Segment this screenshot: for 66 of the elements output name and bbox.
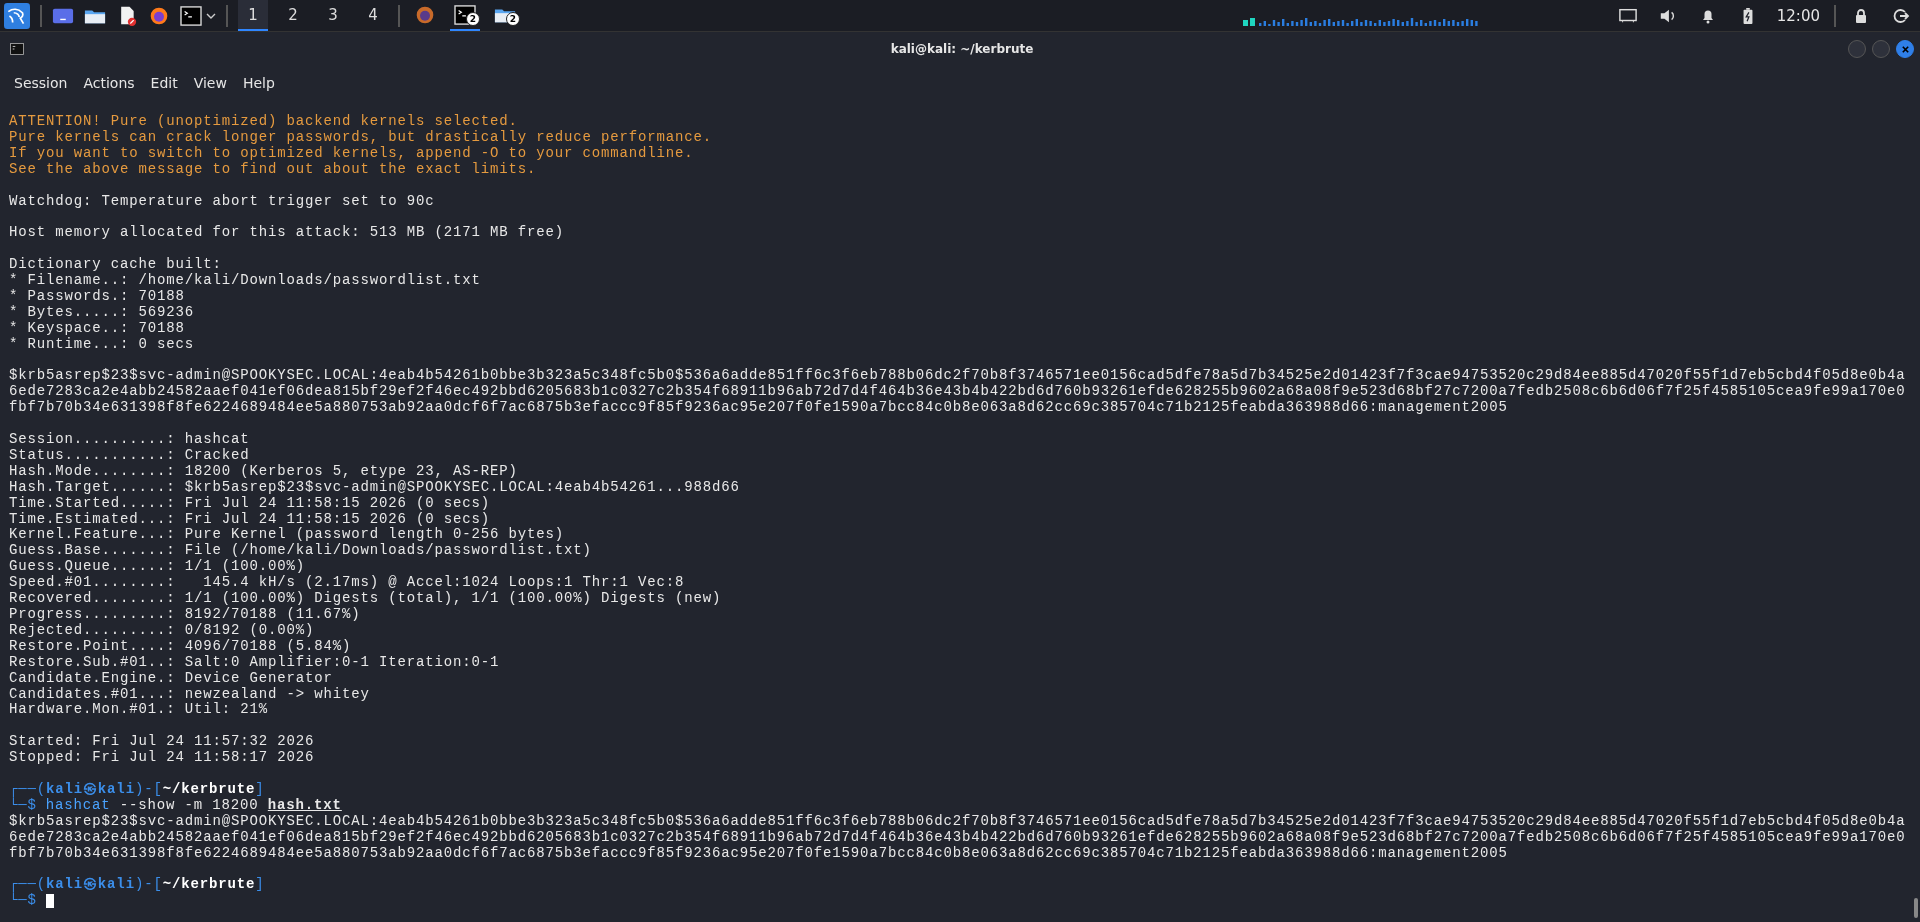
output-line: Rejected.........: 0/8192 (0.00%)	[9, 622, 316, 639]
terminal-icon	[10, 43, 24, 55]
menu-item[interactable]: Actions	[75, 75, 143, 91]
workspace-button[interactable]: 4	[358, 0, 388, 31]
close-button[interactable]	[1896, 40, 1914, 58]
output-line: Restore.Sub.#01..: Salt:0 Amplifier:0-1 Iteration:0-1	[9, 654, 501, 671]
output-line: Hash.Mode........: 18200 (Kerberos 5, etype 23, AS-REP)	[9, 463, 519, 480]
output-line: Speed.#01........: 145.4 kH/s (2.17ms) @ Accel:1024 Loops:1 Thr:1 Vec:8	[9, 575, 686, 591]
hash-output: $krb5asrep$23$svc-admin@SPOOKYSEC.LOCAL:4eab4b54261b0bbe3b323a5c348fc5b0$536a6adde851ff6c3f6eb788b06dc2f70b8f3746571ee0156cad5dfe78a5d7b34525e2d01423f7f3cae94753520c29d84ee885d47020f55f1d7eb5cbd4f05d8e0b4a6ede7283ca2e4abb24582aaef041ef06dea815bf29ef2f46ec492bbd6205683b1c0327c2b354f68911b96ab72d7d4f464b36e43b4b422bd6d760b93261efde628255b9602a68a08f9e523d68bf27c7200a7fedb2508c6b6d06f7f25f4585105cea9fe99a170e0fbf7b70b34e631398f8fe6224689484ee5a880753ab92aa0dcf6f7ac6875b3efaccc9f85f9236ac95e207f0fe1590a7bcc84c0b8e063a8d62cc69c385704c71b2125feabda363988d66:management2005	[9, 368, 1907, 417]
output-line: Started: Fri Jul 24 11:57:32 2026	[9, 734, 316, 750]
output-line: Candidate.Engine.: Device Generator	[9, 670, 334, 687]
output-line: Candidates.#01...: newzealand -> whitey	[9, 686, 371, 702]
prompt-symbol: └─$	[9, 893, 37, 910]
prompt-line: ┌──(kali㉿kali)-[~/kerbrute]	[9, 877, 266, 893]
dragon-logo-icon[interactable]	[4, 2, 30, 29]
terminal-icon[interactable]	[180, 5, 202, 26]
output-line: Restore.Point....: 4096/70188 (5.84%)	[9, 638, 353, 655]
warning-line: If you want to switch to optimized kernels, append -O to your commandline.	[9, 145, 695, 162]
output-line: Status...........: Cracked	[9, 447, 251, 464]
prompt-symbol: └─$	[9, 797, 37, 814]
hash-output: $krb5asrep$23$svc-admin@SPOOKYSEC.LOCAL:4eab4b54261b0bbe3b323a5c348fc5b0$536a6adde851ff6c3f6eb788b06dc2f70b8f3746571ee0156cad5dfe78a5d7b34525e2d01423f7f3cae94753520c29d84ee885d47020f55f1d7eb5cbd4f05d8e0b4a6ede7283ca2e4abb24582aaef041ef06dea815bf29ef2f46ec492bbd6205683b1c0327c2b354f68911b96ab72d7d4f464b36e43b4b422bd6d760b93261efde628255b9602a68a08f9e523d68bf27c7200a7fedb2508c6b6d06f7f25f4585105cea9fe99a170e0fbf7b70b34e631398f8fe6224689484ee5a880753ab92aa0dcf6f7ac6875b3efaccc9f85f9236ac95e207f0fe1590a7bcc84c0b8e063a8d62cc69c385704c71b2125feabda363988d66:management2005	[9, 813, 1907, 862]
browser-icon[interactable]	[148, 5, 170, 26]
close-icon	[1900, 44, 1910, 54]
browser-icon	[414, 4, 436, 25]
output-line: Guess.Base.......: File (/home/kali/Downloads/passwordlist.txt)	[9, 543, 593, 559]
output-line: Dictionary cache built:	[9, 257, 223, 273]
output-line: Stopped: Fri Jul 24 11:58:17 2026	[9, 750, 316, 767]
terminal-icon	[454, 4, 476, 25]
output-line: Recovered........: 1/1 (100.00%) Digests (total), 1/1 (100.00%) Digests (new)	[9, 591, 723, 607]
output-line: Guess.Queue......: 1/1 (100.00%)	[9, 559, 307, 575]
output-line: Time.Started.....: Fri Jul 24 11:58:15 2026 (0 secs)	[9, 495, 492, 512]
count-badge: 2	[466, 12, 480, 26]
volume-icon[interactable]	[1658, 7, 1677, 24]
workspace-button[interactable]: 1	[238, 0, 268, 31]
output-line: Progress.........: 8192/70188 (11.67%)	[9, 607, 362, 623]
output-line: Kernel.Feature...: Pure Kernel (password length 0-256 bytes)	[9, 527, 566, 543]
prompt-line: ┌──(kali㉿kali)-[~/kerbrute]	[9, 781, 266, 797]
count-badge: 2	[506, 12, 520, 26]
task-button[interactable]: 2	[490, 0, 520, 31]
output-line: * Filename..: /home/kali/Downloads/passwordlist.txt	[9, 273, 482, 289]
workspace-button[interactable]: 2	[278, 0, 308, 31]
menu-item[interactable]: Session	[6, 75, 76, 91]
logout-icon[interactable]	[1892, 7, 1910, 24]
warning-line: ATTENTION! Pure (unoptimized) backend kernels selected.	[9, 114, 519, 130]
scrollbar-thumb[interactable]	[1914, 898, 1918, 918]
output-line: Hardware.Mon.#01.: Util: 21%	[9, 702, 270, 719]
output-line: Hash.Target......: $krb5asrep$23$svc-admin@SPOOKYSEC.LOCAL:4eab4b54261...988d66	[9, 479, 741, 496]
chevron-down-icon[interactable]	[206, 12, 216, 19]
output-line: * Keyspace..: 70188	[9, 320, 186, 337]
output-line: Time.Estimated...: Fri Jul 24 11:58:15 2026 (0 secs)	[9, 511, 492, 527]
output-line: Session..........: hashcat	[9, 432, 251, 448]
menu-item[interactable]: Help	[234, 75, 283, 91]
warning-line: Pure kernels can crack longer passwords, but drastically reduce performance.	[9, 129, 714, 146]
output-line: Host memory allocated for this attack: 513 MB (2171 MB free)	[9, 225, 566, 242]
output-line: * Bytes.....: 569236	[9, 304, 196, 321]
menu-item[interactable]: View	[185, 75, 235, 91]
warning-line: See the above message to find out about the exact limits.	[9, 161, 538, 178]
window-title: kali@kali: ~/kerbrute	[890, 42, 1034, 56]
output-line: Watchdog: Temperature abort trigger set to 90c	[9, 193, 436, 210]
display-icon[interactable]	[1618, 7, 1637, 24]
output-line: * Passwords.: 70188	[9, 288, 186, 305]
command-text: hashcat --show -m 18200 hash.txt	[45, 797, 342, 814]
output-line: * Runtime...: 0 secs	[9, 336, 196, 353]
menu-item[interactable]: Edit	[142, 75, 186, 91]
clock[interactable]: 12:00	[1776, 6, 1820, 25]
workspace-button[interactable]: 3	[318, 0, 348, 31]
